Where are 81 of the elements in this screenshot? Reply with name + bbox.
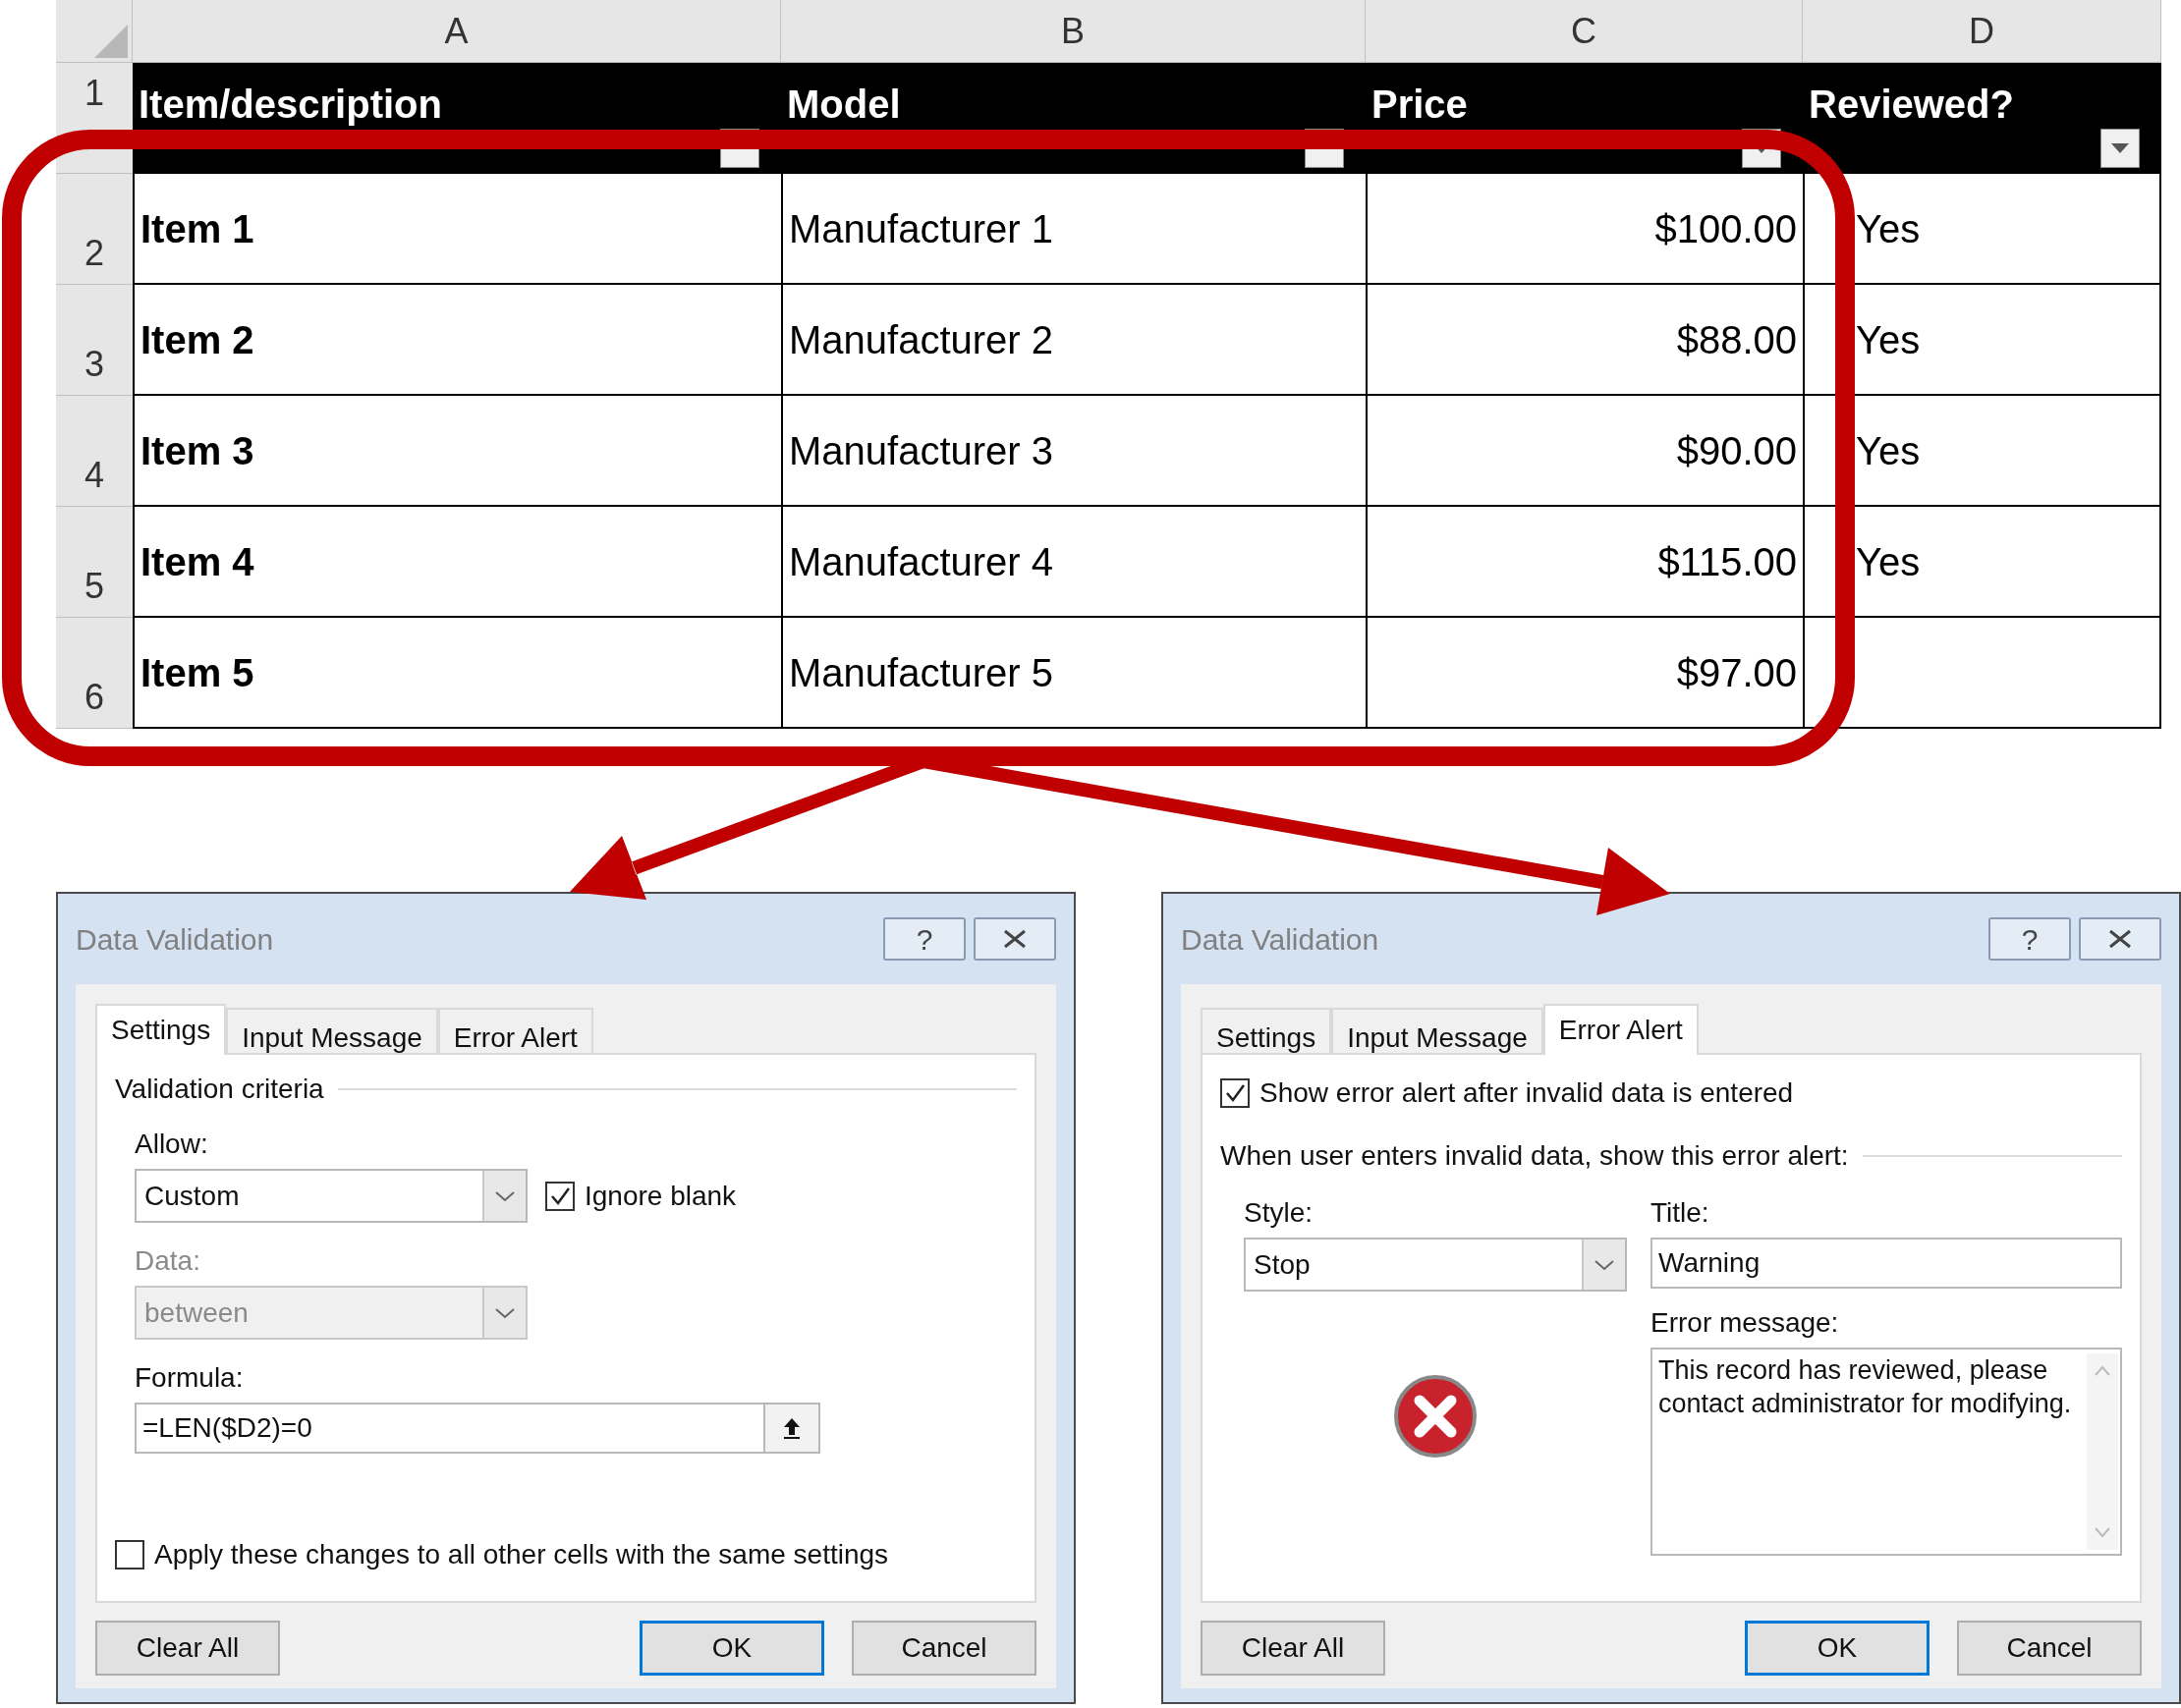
input-field[interactable]: =LEN($D2)=0 [135, 1403, 763, 1454]
close-button[interactable] [2079, 917, 2161, 961]
table-cell: Item 4 [133, 507, 781, 618]
row-header[interactable]: 3 [56, 285, 133, 396]
table-cell: Yes [1803, 396, 2161, 507]
field-label: Style: [1244, 1196, 1314, 1230]
field-label: Title: [1650, 1196, 1710, 1230]
row-header[interactable]: 5 [56, 507, 133, 618]
caret-icon [2111, 143, 2129, 153]
tab[interactable]: Settings [95, 1004, 227, 1055]
table-cell: Manufacturer 1 [781, 174, 1366, 285]
field-label: Allow: [135, 1128, 209, 1161]
column-heading: Reviewed? [1809, 84, 2014, 124]
checkbox-label: Apply these changes to all other cells with the same settings [154, 1538, 889, 1571]
table-cell: Manufacturer 2 [781, 285, 1366, 396]
tab[interactable]: Settings [1201, 1008, 1332, 1053]
table-cell: $90.00 [1366, 396, 1803, 507]
close-icon [1002, 929, 1028, 949]
input-field[interactable]: Warning [1650, 1238, 2122, 1289]
group-label: Validation criteria [115, 1073, 324, 1106]
tab[interactable]: Error Alert [1542, 1004, 1699, 1055]
field-label: Formula: [135, 1361, 245, 1395]
field-label: Error message: [1650, 1306, 1840, 1340]
dropdown[interactable]: Stop [1244, 1238, 1627, 1292]
chevron-down-icon [1594, 1258, 1615, 1271]
column-heading: Model [787, 84, 901, 124]
error-icon [1393, 1374, 1478, 1459]
chevron-down-icon [494, 1189, 516, 1202]
dropdown[interactable]: Custom [135, 1169, 528, 1223]
table-cell: Item 2 [133, 285, 781, 396]
dialog-button[interactable]: Cancel [852, 1621, 1036, 1676]
table-cell: Manufacturer 3 [781, 396, 1366, 507]
dialog-button[interactable]: Cancel [1957, 1621, 2142, 1676]
tab[interactable]: Input Message [226, 1008, 438, 1053]
chevron-down-icon [494, 1306, 516, 1319]
table-cell: Item 5 [133, 618, 781, 729]
dialog-button[interactable]: OK [1745, 1621, 1929, 1676]
table-cell: $97.00 [1366, 618, 1803, 729]
filter-button[interactable] [2100, 129, 2140, 168]
triangle-icon [94, 25, 128, 58]
group-label: When user enters invalid data, show this error alert: [1220, 1139, 1849, 1173]
collapse-button[interactable] [763, 1403, 820, 1454]
column-header[interactable]: A [133, 0, 781, 63]
tab[interactable]: Input Message [1331, 1008, 1543, 1053]
window-title: Data Validation [76, 921, 274, 958]
column-header[interactable]: C [1366, 0, 1803, 63]
table-cell: Manufacturer 4 [781, 507, 1366, 618]
column-header[interactable]: D [1803, 0, 2161, 63]
checkbox[interactable] [115, 1540, 144, 1570]
close-icon [2107, 929, 2133, 949]
row-header[interactable]: 6 [56, 618, 133, 729]
column-heading: Item/description [139, 84, 442, 124]
column-heading: Price [1371, 84, 1468, 124]
table-cell: Yes [1803, 174, 2161, 285]
dialog-button[interactable]: Clear All [1201, 1621, 1385, 1676]
help-button[interactable]: ? [1988, 917, 2071, 961]
arrow-up-icon [781, 1416, 803, 1440]
table-cell: $88.00 [1366, 285, 1803, 396]
close-button[interactable] [974, 917, 1056, 961]
dialog-button[interactable]: Clear All [95, 1621, 280, 1676]
dialog-button[interactable]: OK [640, 1621, 824, 1676]
table-cell: Yes [1803, 285, 2161, 396]
table-cell: Manufacturer 5 [781, 618, 1366, 729]
help-button[interactable]: ? [883, 917, 966, 961]
text-area[interactable]: This record has reviewed, please contact administrator for modifying. [1650, 1348, 2122, 1556]
field-label: Data: [135, 1244, 201, 1278]
check-icon [1224, 1082, 1246, 1104]
checkbox-label: Show error alert after invalid data is entered [1259, 1076, 1794, 1110]
checkbox[interactable] [545, 1181, 575, 1211]
tab[interactable]: Error Alert [437, 1008, 593, 1053]
checkbox-label: Ignore blank [585, 1179, 737, 1213]
table-cell: $115.00 [1366, 507, 1803, 618]
table-cell: $100.00 [1366, 174, 1803, 285]
table-cell: Item 1 [133, 174, 781, 285]
row-header[interactable]: 4 [56, 396, 133, 507]
table-cell: Yes [1803, 507, 2161, 618]
column-header[interactable]: B [781, 0, 1366, 63]
window-title: Data Validation [1181, 921, 1379, 958]
checkbox[interactable] [1220, 1078, 1250, 1108]
row-header[interactable]: 2 [56, 174, 133, 285]
table-cell: Item 3 [133, 396, 781, 507]
